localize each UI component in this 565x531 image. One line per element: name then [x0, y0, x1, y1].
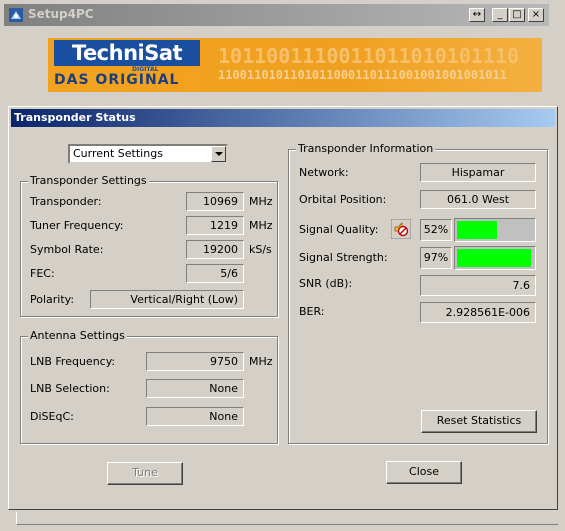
transponder-information-heading: Transponder Information	[296, 142, 436, 155]
signal-quality-label: Signal Quality:	[299, 223, 379, 236]
fec-field: 5/6	[186, 264, 244, 283]
speaker-muted-icon[interactable]	[391, 219, 411, 239]
transponder-settings-heading: Transponder Settings	[28, 174, 149, 187]
technisat-banner: 1011001110011011010101110 11001101011010…	[48, 38, 542, 92]
settings-select[interactable]: Current Settings	[68, 144, 228, 164]
restore-button[interactable]: ↔	[469, 8, 485, 22]
orbital-position-field: 061.0 West	[420, 190, 536, 209]
antenna-settings-heading: Antenna Settings	[28, 329, 127, 342]
maximize-button[interactable]: □	[509, 8, 525, 22]
ber-field: 2.928561E-006	[420, 302, 536, 323]
signal-quality-percent: 52%	[420, 219, 452, 241]
outer-window-bottom	[16, 512, 558, 525]
minimize-button[interactable]: _	[492, 8, 508, 22]
diseqc-field: None	[146, 407, 244, 426]
polarity-label: Polarity:	[30, 293, 75, 306]
lnb-frequency-unit: MHz	[249, 355, 273, 368]
close-window-button[interactable]: ×	[528, 8, 544, 22]
tuner-frequency-unit: MHz	[249, 219, 273, 232]
ber-label: BER:	[299, 305, 325, 318]
satellite-app-icon	[9, 8, 23, 22]
logo-slogan: DAS ORIGINAL	[54, 72, 180, 88]
snr-label: SNR (dB):	[299, 277, 353, 290]
tune-button[interactable]: Tune	[107, 462, 183, 485]
symbol-rate-unit: kS/s	[249, 243, 272, 256]
window-title: Setup4PC	[28, 7, 94, 21]
technisat-logo: TechniSat DIGITAL DAS ORIGINAL	[52, 40, 202, 90]
symbol-rate-label: Symbol Rate:	[30, 243, 104, 256]
signal-strength-bar-fill	[457, 249, 531, 267]
signal-strength-bar	[454, 246, 536, 270]
snr-field: 7.6	[420, 275, 536, 296]
orbital-position-label: Orbital Position:	[299, 193, 387, 206]
network-label: Network:	[299, 166, 349, 179]
chevron-down-icon[interactable]	[211, 146, 226, 162]
banner-binary-row2: 1100110101101011000110111001001001001011	[218, 68, 507, 82]
setup4pc-title-bar[interactable]: Setup4PC ↔ _ □ ×	[4, 4, 549, 26]
banner-binary-row1: 1011001110011011010101110	[218, 44, 520, 68]
dialog-title[interactable]: Transponder Status	[11, 109, 555, 127]
settings-select-value: Current Settings	[73, 147, 163, 160]
transponder-field: 10969	[186, 192, 244, 211]
lnb-selection-field: None	[146, 379, 244, 398]
tuner-frequency-field: 1219	[186, 216, 244, 235]
fec-label: FEC:	[30, 267, 55, 280]
diseqc-label: DiSEqC:	[30, 410, 74, 423]
transponder-unit: MHz	[249, 195, 273, 208]
logo-wordmark: TechniSat	[54, 40, 200, 66]
signal-quality-bar	[454, 218, 536, 242]
signal-strength-percent: 97%	[420, 247, 452, 269]
signal-strength-label: Signal Strength:	[299, 251, 388, 264]
close-button[interactable]: Close	[386, 461, 462, 484]
polarity-field: Vertical/Right (Low)	[90, 290, 244, 309]
lnb-frequency-field: 9750	[146, 352, 244, 371]
network-field: Hispamar	[420, 163, 536, 182]
tuner-frequency-label: Tuner Frequency:	[30, 219, 124, 232]
reset-statistics-button[interactable]: Reset Statistics	[421, 410, 537, 433]
lnb-frequency-label: LNB Frequency:	[30, 355, 116, 368]
signal-quality-bar-fill	[457, 221, 497, 239]
symbol-rate-field: 19200	[186, 240, 244, 259]
lnb-selection-label: LNB Selection:	[30, 382, 110, 395]
transponder-label: Transponder:	[30, 195, 102, 208]
